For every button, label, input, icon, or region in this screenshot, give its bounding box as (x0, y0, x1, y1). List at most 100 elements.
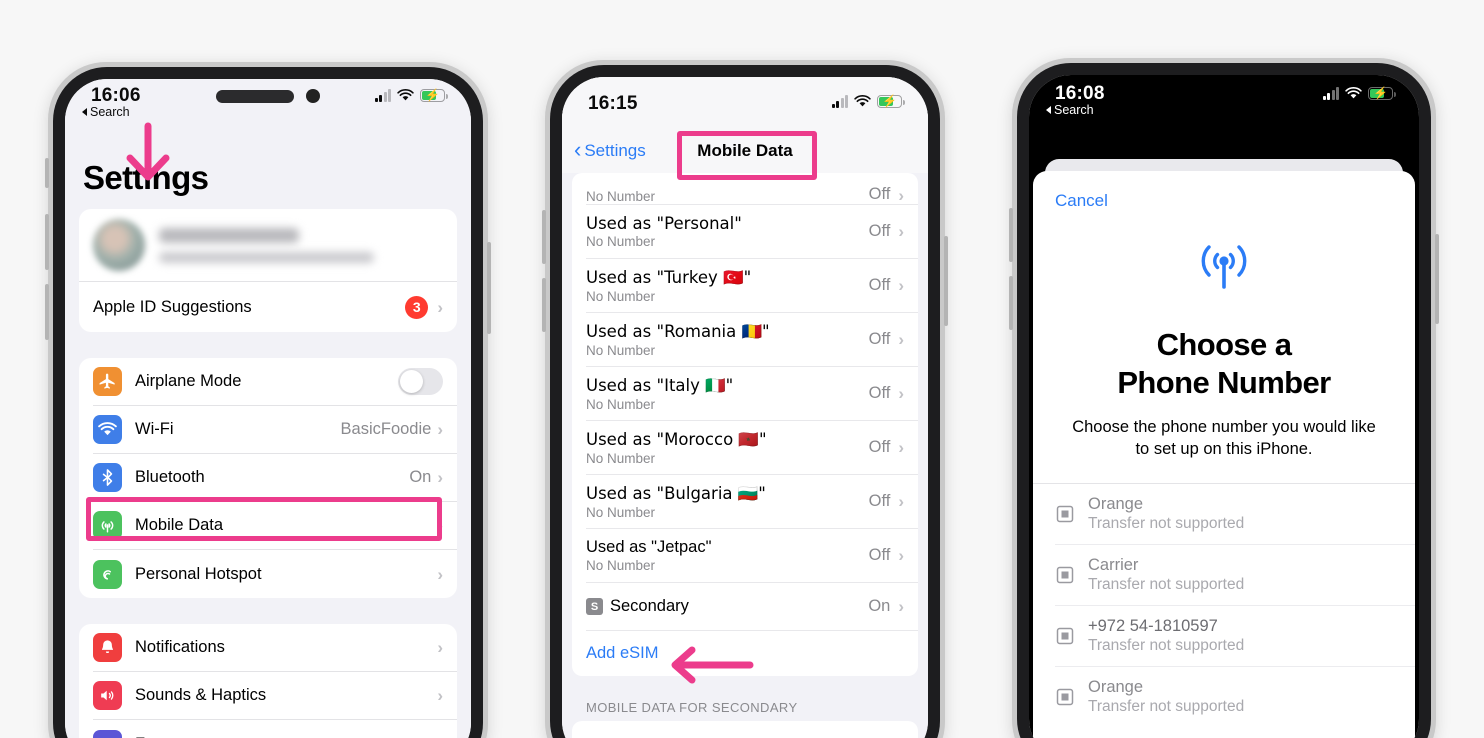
sim-status: Off (868, 330, 891, 348)
sim-subtitle: No Number (586, 558, 656, 573)
front-camera-dot (306, 89, 320, 103)
account-name-blurred (159, 227, 299, 243)
back-button-label: Settings (584, 141, 646, 160)
sim-title: Used as "Bulgaria 🇧🇬" (586, 483, 766, 503)
phone-3-screen: 16:08 Search ⚡ Cancel Choose a Phone Num… (1029, 75, 1419, 738)
list-item[interactable]: Orange Transfer not supported (1055, 484, 1415, 545)
list-item[interactable]: Carrier Transfer not supported (1055, 545, 1415, 606)
chevron-right-icon: › (437, 297, 443, 317)
cellular-signal-icon (831, 94, 848, 108)
sidebar-item-personal-hotspot[interactable]: Personal Hotspot › (93, 550, 457, 598)
airplane-mode-toggle[interactable] (398, 368, 443, 395)
apple-id-profile-row[interactable] (79, 209, 457, 282)
table-row[interactable]: Used as "Jetpac" No Number Off › (586, 529, 918, 583)
chevron-left-icon: ‹ (574, 137, 582, 162)
connectivity-card: Airplane Mode Wi-Fi BasicFoodie › Blueto… (79, 358, 457, 598)
volume-down-button[interactable] (45, 284, 49, 340)
volume-down-button[interactable] (542, 278, 546, 332)
table-row[interactable]: No Number Off › (586, 173, 918, 205)
sidebar-item-sounds-haptics[interactable]: Sounds & Haptics › (93, 672, 457, 720)
choose-number-background: 16:08 Search ⚡ Cancel Choose a Phone Num… (1029, 75, 1419, 738)
phone-3-choose-number: 16:08 Search ⚡ Cancel Choose a Phone Num… (1009, 58, 1439, 738)
number-status: Transfer not supported (1088, 636, 1245, 654)
volume-up-button[interactable] (1009, 208, 1013, 262)
sidebar-item-mobile-data[interactable]: Mobile Data › (93, 502, 457, 550)
sidebar-item-label: Focus (135, 735, 437, 738)
volume-up-button[interactable] (45, 214, 49, 270)
power-button[interactable] (944, 236, 948, 326)
status-right: ⚡ (831, 93, 905, 108)
chevron-right-icon: › (437, 516, 443, 535)
secondary-sim-row[interactable]: S Secondary On › (586, 583, 918, 631)
sim-title: Used as "Jetpac" (586, 538, 712, 556)
sim-status: Off (868, 546, 891, 564)
sidebar-item-wifi[interactable]: Wi-Fi BasicFoodie › (93, 406, 457, 454)
chevron-right-icon: › (437, 686, 443, 705)
chevron-right-icon: › (437, 420, 443, 439)
status-left: 16:06 Search (82, 85, 141, 119)
volume-down-button[interactable] (1009, 276, 1013, 330)
status-back-label: Search (90, 105, 130, 119)
sim-list: No Number Off › Used as "Personal" No Nu… (572, 173, 918, 676)
back-triangle-icon (1046, 106, 1051, 114)
table-row[interactable]: Used as "Morocco 🇲🇦" No Number Off › (586, 421, 918, 475)
dynamic-island (216, 89, 320, 103)
power-button[interactable] (1435, 234, 1439, 324)
chevron-right-icon: › (898, 330, 904, 349)
table-row[interactable]: Used as "Bulgaria 🇧🇬" No Number Off › (586, 475, 918, 529)
number-label: Carrier (1088, 555, 1139, 574)
number-status: Transfer not supported (1088, 575, 1245, 593)
phone-3-status-bar: 16:08 Search ⚡ (1029, 75, 1419, 123)
esim-chip-icon (1055, 626, 1075, 646)
phone-1-settings: 16:06 Search ⚡ Settings Apple ID Suggest… (45, 62, 491, 738)
chevron-right-icon: › (437, 638, 443, 657)
list-item[interactable]: +972 54-1810597 Transfer not supported (1055, 606, 1415, 667)
status-right: ⚡ (374, 85, 448, 102)
wifi-icon (854, 95, 871, 107)
table-row[interactable]: Used as "Italy 🇮🇹" No Number Off › (586, 367, 918, 421)
list-item[interactable]: Orange Transfer not supported (1055, 667, 1415, 727)
status-badge: 3 (405, 295, 429, 319)
chevron-right-icon: › (898, 276, 904, 295)
sidebar-item-notifications[interactable]: Notifications › (93, 624, 457, 672)
table-row[interactable]: Used as "Personal" No Number Off › (586, 205, 918, 259)
sim-subtitle: No Number (586, 288, 656, 304)
status-left: 16:08 Search (1046, 83, 1105, 117)
status-right: ⚡ (1322, 83, 1396, 100)
cellular-signal-icon (374, 88, 391, 102)
focus-moon-icon (93, 729, 122, 738)
sim-subtitle: No Number (586, 189, 656, 204)
table-row[interactable]: Used as "Turkey 🇹🇷" No Number Off › (586, 259, 918, 313)
sidebar-item-focus[interactable]: Focus › (93, 720, 457, 738)
status-back-to-search[interactable]: Search (1046, 103, 1094, 117)
sounds-speaker-icon (93, 681, 122, 710)
system-card: Notifications › Sounds & Haptics › (79, 624, 457, 738)
chevron-right-icon: › (898, 546, 904, 565)
heading-line-1: Choose a (1156, 327, 1292, 362)
status-left: 16:15 (588, 93, 638, 115)
volume-up-button[interactable] (542, 210, 546, 264)
cancel-button[interactable]: Cancel (1033, 171, 1415, 211)
status-back-to-search[interactable]: Search (82, 105, 130, 119)
battery-charging-icon: ⚡ (420, 89, 448, 102)
choose-number-sheet: Cancel Choose a Phone Number Choose the … (1033, 171, 1415, 738)
bluetooth-icon (93, 463, 122, 492)
back-to-settings-button[interactable]: ‹ Settings (574, 137, 646, 162)
sidebar-item-airplane-mode[interactable]: Airplane Mode (93, 358, 457, 406)
sidebar-item-label: Airplane Mode (135, 372, 242, 390)
silence-switch-button[interactable] (45, 158, 49, 188)
mobile-data-app: 16:15 ⚡ ‹ Settings Mobile Data No Number… (562, 77, 928, 738)
number-status: Transfer not supported (1088, 697, 1245, 715)
wifi-icon (1345, 87, 1362, 99)
apple-id-suggestions-row[interactable]: Apple ID Suggestions 3 › (93, 282, 457, 332)
sidebar-item-bluetooth[interactable]: Bluetooth On › (93, 454, 457, 502)
avatar (93, 219, 145, 271)
esim-chip-icon (1055, 565, 1075, 585)
table-row[interactable]: Used as "Romania 🇷🇴" No Number Off › (586, 313, 918, 367)
sim-title: Used as "Turkey 🇹🇷" (586, 267, 752, 287)
sidebar-item-label: Sounds & Haptics (135, 686, 267, 704)
power-button[interactable] (487, 242, 491, 334)
wifi-icon (397, 89, 414, 101)
battery-charging-icon: ⚡ (877, 95, 905, 108)
island-pill (216, 89, 294, 103)
